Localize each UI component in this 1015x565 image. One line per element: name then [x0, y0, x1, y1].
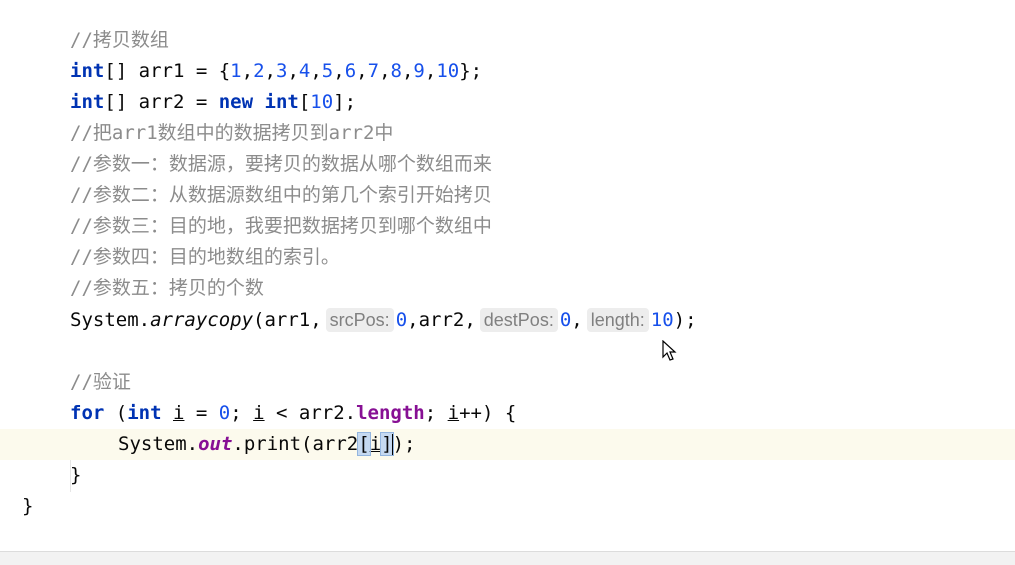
code-token: System. [118, 433, 199, 455]
keyword-int: int [70, 91, 105, 113]
code-line-8[interactable]: //参数四：目的地数组的索引。 [0, 242, 1015, 273]
code-line-4[interactable]: //把arr1数组中的数据拷贝到arr2中 [0, 118, 1015, 149]
code-token: ; [424, 402, 448, 424]
number-literal: 10 [310, 91, 334, 113]
keyword-for: for [70, 402, 105, 424]
closing-brace: } [22, 495, 34, 517]
number-literal: 3 [275, 60, 288, 82]
number-literal: 0 [218, 402, 231, 424]
code-line-3[interactable]: int[] arr2 = new int[10]; [0, 87, 1015, 118]
code-token: (arr1, [253, 309, 322, 331]
code-token: [ [298, 91, 311, 113]
bracket-match-open: [ [357, 432, 371, 456]
number-literal: 8 [390, 60, 402, 82]
code-line-15[interactable]: } [0, 460, 1015, 491]
comment: //参数二：从数据源数组中的第几个索引开始拷贝 [70, 184, 492, 206]
code-line-6[interactable]: //参数二：从数据源数组中的第几个索引开始拷贝 [0, 180, 1015, 211]
code-line-2[interactable]: int[] arr1 = {1,2,3,4,5,6,7,8,9,10}; [0, 56, 1015, 87]
code-token: .print(arr2 [232, 433, 359, 455]
code-token: ); [392, 433, 416, 455]
comment: //把arr1数组中的数据拷贝到arr2中 [70, 122, 394, 144]
keyword-new: new [218, 91, 254, 113]
code-token: ( [104, 402, 128, 424]
code-token: }; [459, 60, 483, 82]
code-line-12[interactable]: //验证 [0, 367, 1015, 398]
variable-i: i [173, 402, 185, 424]
code-token: , [571, 309, 583, 331]
static-field-out: out [198, 433, 233, 455]
code-text: System.out.print(arr2[i]); [118, 429, 416, 460]
code-line-13[interactable]: for (int i = 0; i < arr2.length; i++) { [0, 398, 1015, 429]
code-token: < arr2. [264, 402, 357, 424]
code-text: System.arraycopy(arr1, srcPos: 0,arr2, dest… [70, 305, 697, 336]
variable-i: i [369, 433, 382, 455]
comment: //参数一：数据源，要拷贝的数据从哪个数组而来 [70, 153, 492, 175]
code-token: System. [70, 309, 151, 331]
comment: //参数四：目的地数组的索引。 [70, 246, 340, 268]
code-token: [] arr2 = [104, 91, 219, 113]
number-literal: 1 [230, 60, 242, 82]
keyword-int: int [127, 402, 162, 424]
mouse-pointer-icon [662, 340, 677, 361]
number-literal: 4 [298, 60, 311, 82]
number-literal: 0 [559, 309, 572, 331]
code-line-14-current[interactable]: System.out.print(arr2[i]); [0, 429, 1015, 460]
number-literal: 10 [436, 60, 460, 82]
code-line-16[interactable]: } [0, 491, 1015, 522]
code-token: [] arr1 = { [104, 60, 231, 82]
code-line-1[interactable]: //拷贝数组 [0, 25, 1015, 56]
variable-i: i [447, 402, 460, 424]
inlay-hint-length: length: [586, 308, 649, 332]
number-literal: 6 [344, 60, 357, 82]
inlay-hint-destpos: destPos: [479, 308, 558, 332]
keyword-int: int [264, 91, 299, 113]
number-literal: 0 [395, 309, 408, 331]
code-token: ,arr2, [407, 309, 476, 331]
method-name: arraycopy [150, 309, 254, 331]
variable-i: i [253, 402, 265, 424]
number-literal: 9 [413, 60, 425, 82]
code-text: int[] arr1 = {1,2,3,4,5,6,7,8,9,10}; [70, 60, 483, 82]
comment: //验证 [70, 371, 131, 393]
code-text: int[] arr2 = new int[10]; [70, 87, 356, 118]
code-line-7[interactable]: //参数三：目的地，我要把数据拷贝到哪个数组中 [0, 211, 1015, 242]
editor-bottom-scrollbar[interactable] [0, 551, 1015, 565]
code-token: = [184, 402, 219, 424]
code-token: ]; [333, 91, 357, 113]
code-line-9[interactable]: //参数五：拷贝的个数 [0, 273, 1015, 304]
property-length: length [356, 402, 425, 424]
code-line-10[interactable]: System.arraycopy(arr1, srcPos: 0,arr2, dest… [0, 305, 1015, 336]
keyword-int: int [70, 60, 105, 82]
code-token: ); [673, 309, 697, 331]
number-literal: 7 [367, 60, 380, 82]
code-line-5[interactable]: //参数一：数据源，要拷贝的数据从哪个数组而来 [0, 149, 1015, 180]
number-literal: 2 [253, 60, 265, 82]
number-literal: 10 [650, 309, 674, 331]
code-token: ++) { [459, 402, 517, 424]
comment: //拷贝数组 [70, 29, 169, 51]
number-literal: 5 [321, 60, 334, 82]
closing-brace: } [70, 464, 82, 486]
inlay-hint-srcpos: srcPos: [325, 308, 394, 332]
comment: //参数三：目的地，我要把数据拷贝到哪个数组中 [70, 215, 492, 237]
comment: //参数五：拷贝的个数 [70, 277, 264, 299]
code-token: ; [230, 402, 254, 424]
code-text: for (int i = 0; i < arr2.length; i++) { [70, 398, 516, 429]
